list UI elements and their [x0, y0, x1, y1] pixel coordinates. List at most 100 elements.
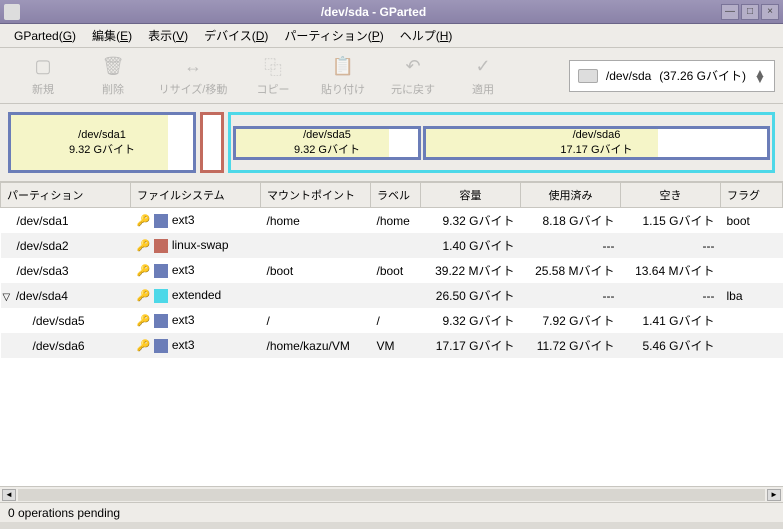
flags-value: [721, 333, 783, 358]
minimize-button[interactable]: —: [721, 4, 739, 20]
menu-edit[interactable]: 編集(E): [86, 25, 138, 46]
table-row[interactable]: ▽ /dev/sda4🔑 extended26.50 Gバイト------lba: [1, 283, 783, 308]
fs-color-swatch: [154, 314, 168, 328]
fs-color-swatch: [154, 339, 168, 353]
paste-icon: 📋: [331, 55, 355, 79]
copy-button: ⿻コピー: [238, 53, 308, 99]
fs-color-swatch: [154, 239, 168, 253]
flags-value: lba: [721, 283, 783, 308]
scroll-track[interactable]: [18, 489, 765, 501]
header-flags[interactable]: フラグ: [721, 183, 783, 208]
header-size[interactable]: 容量: [421, 183, 521, 208]
partition-label: VM: [371, 333, 421, 358]
chevron-down-icon[interactable]: ▽: [3, 292, 13, 303]
partition-label: /: [371, 308, 421, 333]
menu-device[interactable]: デバイス(D): [198, 25, 274, 46]
flags-value: [721, 308, 783, 333]
horizontal-scrollbar[interactable]: ◄ ►: [0, 486, 783, 502]
partition-table: パーティション ファイルシステム マウントポイント ラベル 容量 使用済み 空き…: [0, 182, 783, 486]
table-row[interactable]: /dev/sda2🔑 linux-swap1.40 Gバイト------: [1, 233, 783, 258]
lock-icon: 🔑: [137, 339, 151, 351]
partition-label: [371, 283, 421, 308]
used-value: 25.58 Mバイト: [521, 258, 621, 283]
header-partition[interactable]: パーティション: [1, 183, 131, 208]
used-value: 8.18 Gバイト: [521, 208, 621, 234]
fs-type: extended: [172, 288, 221, 302]
size-value: 1.40 Gバイト: [421, 233, 521, 258]
table-row[interactable]: /dev/sda5🔑 ext3//9.32 Gバイト7.92 Gバイト1.41 …: [1, 308, 783, 333]
menu-help[interactable]: ヘルプ(H): [394, 25, 459, 46]
flags-value: [721, 258, 783, 283]
lock-icon: 🔑: [137, 314, 151, 326]
device-selector[interactable]: /dev/sda (37.26 Gバイト) ▲▼: [569, 60, 775, 92]
resize-icon: ↔: [181, 55, 205, 79]
mount-point: /: [261, 308, 371, 333]
size-value: 26.50 Gバイト: [421, 283, 521, 308]
graphic-swap[interactable]: [200, 112, 224, 173]
table-row[interactable]: /dev/sda1🔑 ext3/home/home9.32 Gバイト8.18 G…: [1, 208, 783, 234]
check-icon: ✓: [471, 55, 495, 79]
fs-color-swatch: [154, 214, 168, 228]
fs-color-swatch: [154, 289, 168, 303]
lock-icon: 🔑: [137, 214, 151, 226]
lock-icon: 🔑: [137, 239, 151, 251]
resize-button: ↔リサイズ/移動: [148, 53, 238, 99]
partition-label: /home: [371, 208, 421, 234]
app-icon: [4, 4, 20, 20]
header-free[interactable]: 空き: [621, 183, 721, 208]
free-value: 1.15 Gバイト: [621, 208, 721, 234]
used-value: 7.92 Gバイト: [521, 308, 621, 333]
partition-name: /dev/sda2: [17, 239, 69, 253]
mount-point: [261, 283, 371, 308]
free-value: 1.41 Gバイト: [621, 308, 721, 333]
partition-label: [371, 233, 421, 258]
free-value: 13.64 Mバイト: [621, 258, 721, 283]
header-label[interactable]: ラベル: [371, 183, 421, 208]
size-value: 17.17 Gバイト: [421, 333, 521, 358]
maximize-button[interactable]: □: [741, 4, 759, 20]
mount-point: /home: [261, 208, 371, 234]
device-size: (37.26 Gバイト): [659, 67, 746, 84]
graphic-sda1[interactable]: /dev/sda1 9.32 Gバイト: [8, 112, 196, 173]
disk-icon: [578, 69, 598, 83]
trash-icon: 🗑: [101, 55, 125, 79]
fs-type: linux-swap: [172, 238, 229, 252]
header-used[interactable]: 使用済み: [521, 183, 621, 208]
statusbar: 0 operations pending: [0, 502, 783, 522]
partition-name: /dev/sda3: [17, 264, 69, 278]
mount-point: /boot: [261, 258, 371, 283]
table-row[interactable]: /dev/sda6🔑 ext3/home/kazu/VMVM17.17 Gバイト…: [1, 333, 783, 358]
header-mountpoint[interactable]: マウントポイント: [261, 183, 371, 208]
menu-view[interactable]: 表示(V): [142, 25, 194, 46]
size-value: 39.22 Mバイト: [421, 258, 521, 283]
titlebar: /dev/sda - GParted — □ ×: [0, 0, 783, 24]
fs-type: ext3: [172, 263, 195, 277]
scroll-right-icon[interactable]: ►: [767, 489, 781, 501]
partition-name: /dev/sda1: [17, 214, 69, 228]
partition-name: /dev/sda6: [33, 339, 85, 353]
new-button: ▢新規: [8, 53, 78, 99]
flags-value: [721, 233, 783, 258]
graphic-extended[interactable]: /dev/sda5 9.32 Gバイト /dev/sda6 17.17 Gバイト: [228, 112, 775, 173]
table-row[interactable]: /dev/sda3🔑 ext3/boot/boot39.22 Mバイト25.58…: [1, 258, 783, 283]
delete-button: 🗑削除: [78, 53, 148, 99]
undo-button: ↶元に戻す: [378, 53, 448, 99]
menu-partition[interactable]: パーティション(P): [278, 25, 389, 46]
used-value: ---: [521, 233, 621, 258]
toolbar: ▢新規 🗑削除 ↔リサイズ/移動 ⿻コピー 📋貼り付け ↶元に戻す ✓適用 /d…: [0, 48, 783, 104]
free-value: ---: [621, 233, 721, 258]
fs-color-swatch: [154, 264, 168, 278]
graphic-sda6[interactable]: /dev/sda6 17.17 Gバイト: [423, 126, 770, 160]
scroll-left-icon[interactable]: ◄: [2, 489, 16, 501]
partition-graphic: /dev/sda1 9.32 Gバイト /dev/sda5 9.32 Gバイト …: [0, 104, 783, 182]
device-name: /dev/sda: [606, 69, 651, 83]
table-header: パーティション ファイルシステム マウントポイント ラベル 容量 使用済み 空き…: [1, 183, 783, 208]
close-button[interactable]: ×: [761, 4, 779, 20]
header-filesystem[interactable]: ファイルシステム: [131, 183, 261, 208]
menu-gparted[interactable]: GParted(G): [8, 27, 82, 45]
flags-value: boot: [721, 208, 783, 234]
apply-button: ✓適用: [448, 53, 518, 99]
size-value: 9.32 Gバイト: [421, 308, 521, 333]
mount-point: /home/kazu/VM: [261, 333, 371, 358]
graphic-sda5[interactable]: /dev/sda5 9.32 Gバイト: [233, 126, 421, 160]
